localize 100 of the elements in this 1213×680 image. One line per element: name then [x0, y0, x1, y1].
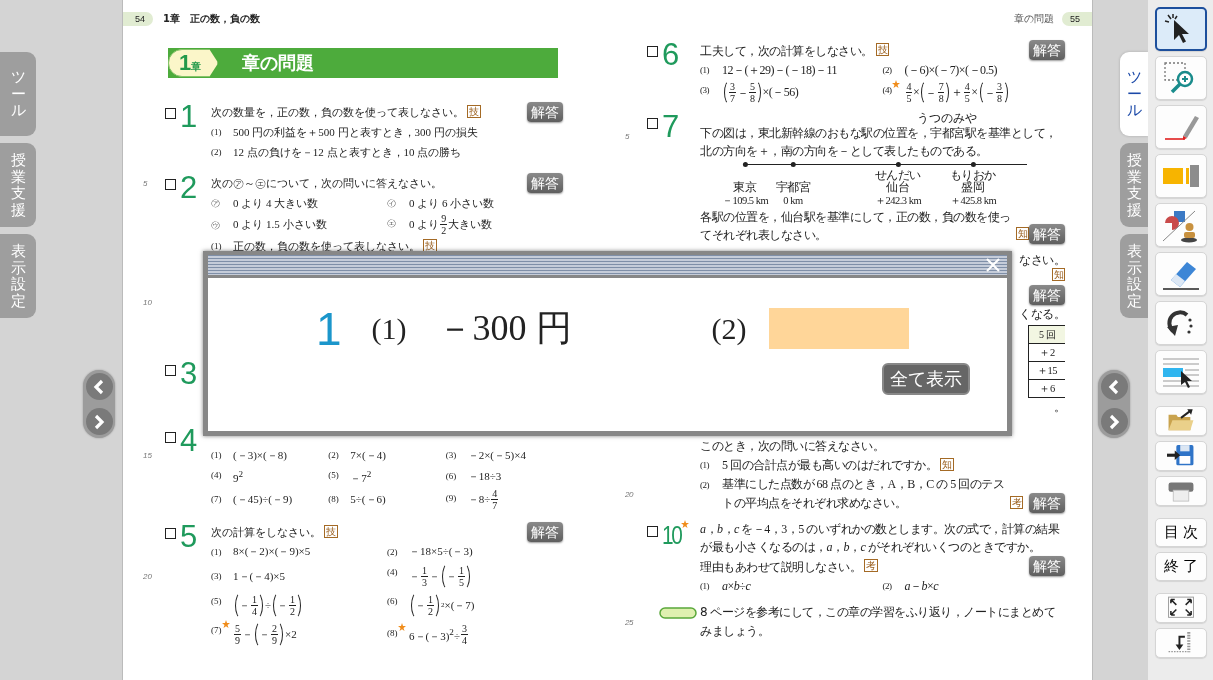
- checkbox[interactable]: [165, 108, 176, 119]
- answer-button[interactable]: 解答: [527, 102, 563, 122]
- question-text: 宇都宮: [930, 125, 965, 142]
- side-tab[interactable]: 表示設定: [0, 234, 36, 318]
- item-label: (5): [328, 469, 339, 482]
- running-head: 章の問題: [1014, 12, 1054, 26]
- item-label: (1): [700, 459, 709, 472]
- problem-number: 1: [180, 102, 198, 132]
- answer-button[interactable]: 解答: [527, 173, 563, 193]
- checkbox[interactable]: [647, 46, 658, 57]
- checkbox[interactable]: [165, 432, 176, 443]
- item-label: ㋒: [211, 218, 220, 232]
- question-text: このとき，次の問いに答えなさい。: [700, 438, 884, 455]
- fraction: 5 9: [234, 622, 241, 646]
- answer-button[interactable]: 解答: [1029, 556, 1065, 576]
- line-number: 5: [625, 131, 631, 141]
- math-text: 9$^{2}$: [233, 468, 244, 486]
- chevron-right-icon: [1107, 413, 1121, 430]
- item-label: ㋑: [387, 197, 396, 210]
- answer-button[interactable]: 解答: [1029, 493, 1065, 513]
- chevron-left-icon: [92, 378, 106, 395]
- menu-button[interactable]: 目次: [1154, 518, 1207, 547]
- item-label: (2): [882, 580, 892, 593]
- math-text: ＋: [951, 84, 963, 101]
- show-all-button[interactable]: 全て表示: [882, 363, 970, 395]
- math-text: 0 より: [409, 217, 440, 232]
- question-text: なさい。: [1019, 253, 1065, 267]
- fraction: 4 5: [963, 81, 971, 104]
- fraction: 1 2: [289, 593, 297, 617]
- item-label: (2): [700, 479, 709, 492]
- math-text: (－6)×(－7)×(－0.5): [904, 61, 997, 79]
- next-button[interactable]: [85, 408, 113, 435]
- item-label: (3): [445, 449, 457, 462]
- math-text: －: [259, 627, 270, 642]
- item-label: (2): [387, 545, 398, 559]
- item-label: (5): [211, 594, 222, 608]
- math-text: －18÷3: [467, 468, 502, 484]
- math-text: 基準にした点数が 68 点のとき，A，B，C の 5 回のテストの平均点をそれぞれ求めなさい。: [722, 476, 1006, 512]
- math-text: －: [409, 568, 420, 584]
- side-tab[interactable]: ツール: [0, 52, 36, 136]
- question-text: a，b，c を－4，3，5 のいずれかの数とします。次の式で，計算の結果が最も小さくなるのは，a，b，c がそれぞれいくつのときですか。: [700, 521, 1061, 556]
- side-tab[interactable]: 表示設定: [1120, 234, 1148, 318]
- fraction: 1 4: [251, 593, 258, 617]
- tick-mark: [742, 162, 748, 167]
- table-cell: ＋15: [1029, 362, 1065, 380]
- math-text: 0 より 4 大きい数: [233, 195, 319, 211]
- tool-button[interactable]: [1154, 7, 1207, 51]
- item-label: ㋐: [211, 197, 220, 210]
- close-button[interactable]: [985, 257, 1001, 273]
- checkbox[interactable]: [165, 527, 176, 539]
- tick-mark: [895, 162, 901, 167]
- checkbox[interactable]: [647, 118, 658, 129]
- previous-button[interactable]: [1100, 373, 1128, 400]
- previous-button[interactable]: [85, 373, 113, 400]
- answer-button[interactable]: 解答: [1029, 224, 1065, 244]
- item-label: (6): [387, 594, 398, 608]
- question-text: 理由もあわせて説明しなさい。: [700, 559, 861, 576]
- answer-button[interactable]: 解答: [527, 521, 563, 542]
- fraction: 1 2: [427, 593, 434, 617]
- item-label: (2): [211, 146, 222, 159]
- side-tab[interactable]: 授業支援: [0, 143, 36, 227]
- next-button[interactable]: [1100, 408, 1128, 435]
- checkbox[interactable]: [165, 179, 176, 190]
- math-text: a－b×c: [904, 577, 939, 595]
- line-number: 20: [143, 571, 153, 581]
- math-text: 500 円の利益を＋500 円と表すとき，300 円の損失: [233, 124, 478, 140]
- item-label: (9): [445, 491, 457, 505]
- math-text: －: [277, 598, 289, 613]
- question-text: 駅を基準として，: [964, 125, 1057, 142]
- question-text: 各駅の位置を，仙台駅を基準にして，正の数，負の数を使ってそれぞれ表しなさい。: [700, 209, 1012, 244]
- math-text: －: [736, 85, 748, 100]
- math-text: －7$^{2}$: [350, 468, 372, 486]
- math-text: ×(－56): [762, 84, 799, 101]
- answer-button[interactable]: 解答: [1029, 285, 1065, 305]
- category-badge: 考: [864, 559, 878, 572]
- side-tab[interactable]: 授業支援: [1120, 143, 1148, 227]
- problem-number: 2: [180, 173, 198, 203]
- ruby-reading: もりおか: [950, 169, 996, 181]
- math-text: ×2: [285, 626, 297, 642]
- math-text: －: [925, 85, 937, 100]
- fraction: 5 8: [749, 81, 756, 104]
- math-text: －18×5÷(－3): [409, 544, 473, 560]
- running-head: 1章 正の数，負の数: [163, 12, 260, 26]
- checkbox[interactable]: [647, 526, 658, 537]
- menu-button[interactable]: 終了: [1154, 552, 1207, 581]
- question-text: 次の数量を，正の数，負の数を使って表しなさい。: [211, 105, 464, 120]
- item-label: (7): [211, 493, 222, 507]
- side-tab[interactable]: ツール: [1120, 52, 1148, 136]
- checkbox[interactable]: [165, 365, 176, 376]
- math-text: －: [983, 85, 996, 100]
- note-text: 8 ページを参考にして，この章の学習をふり返り，ノートにまとめてみましょう。: [700, 604, 1057, 640]
- answer-button[interactable]: 解答: [1029, 40, 1065, 60]
- math-text: －: [239, 598, 250, 613]
- line-number: 15: [143, 450, 153, 460]
- ruby-reading: うつのみや: [917, 112, 978, 124]
- item-label: ㋓: [387, 217, 396, 230]
- math-text: －8÷: [467, 491, 491, 507]
- chevron-left-icon: [1107, 378, 1121, 395]
- tick-mark: [970, 162, 976, 167]
- question-text: くなる。: [1019, 307, 1065, 321]
